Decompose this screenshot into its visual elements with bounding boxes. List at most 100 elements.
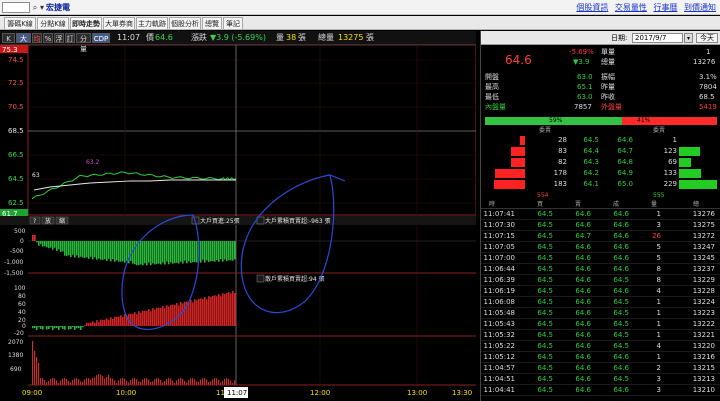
- retail-bar: [36, 326, 38, 330]
- stock-name: 宏捷電: [46, 3, 70, 12]
- order-book-row[interactable]: 82 64.3 64.8 69: [481, 157, 720, 168]
- tick-row[interactable]: 11:05:32 64.5 64.6 64.5 1 13221: [481, 330, 720, 341]
- flow-bar: [100, 241, 102, 260]
- flow-bar: [154, 241, 156, 265]
- tick-head-vol: 量: [651, 201, 658, 208]
- volume-bar: [176, 380, 178, 385]
- tick-bid: 64.5: [537, 320, 553, 328]
- tab-overview[interactable]: 總覽: [202, 17, 222, 29]
- prev-volume-label: 昨量: [601, 83, 615, 91]
- tick-row[interactable]: 11:05:48 64.5 64.6 64.5 1 13223: [481, 308, 720, 319]
- tick-deal: 64.6: [613, 364, 629, 372]
- info-icon[interactable]: [256, 274, 265, 283]
- time-axis-label: 12:00: [310, 389, 330, 397]
- calendar-dropdown-icon[interactable]: ▾: [684, 33, 693, 43]
- price-axis-label: 68.5: [8, 127, 24, 135]
- tick-row[interactable]: 11:05:43 64.5 64.6 64.5 1 13222: [481, 319, 720, 330]
- big-player-toggle[interactable]: 大戶: [16, 33, 31, 53]
- tick-volume: 1: [656, 353, 661, 361]
- tick-row[interactable]: 11:05:12 64.5 64.6 64.6 1 13216: [481, 352, 720, 363]
- tick-row[interactable]: 11:06:39 64.5 64.6 64.5 8 13229: [481, 275, 720, 286]
- bid-volume-bar: [494, 180, 525, 189]
- tick-bid: 64.5: [537, 309, 553, 317]
- tick-row[interactable]: 11:07:15 64.5 64.7 64.6 26 13272: [481, 231, 720, 242]
- tick-row[interactable]: 11:06:44 64.5 64.6 64.6 8 13237: [481, 264, 720, 275]
- order-toggle[interactable]: 訂: [65, 33, 75, 43]
- flow-bar: [58, 241, 60, 250]
- intraday-chart[interactable]: 75.3 74.5 72.5 70.5 68.5 66.5 64.5 62.5 …: [0, 45, 476, 401]
- retail-bar: [38, 326, 40, 328]
- order-book-row[interactable]: 83 64.4 64.7 123: [481, 146, 720, 157]
- tick-row[interactable]: 11:06:08 64.5 64.6 64.5 1 13224: [481, 297, 720, 308]
- volume-bar: [104, 378, 106, 385]
- link-price-alert[interactable]: 到價通知: [684, 3, 716, 12]
- tick-total: 13210: [692, 386, 715, 394]
- order-book-row[interactable]: 28 64.5 64.6 1: [481, 135, 720, 146]
- open-value: 63.0: [577, 73, 593, 81]
- flow-bar: [110, 241, 112, 262]
- flow-bar: [108, 241, 110, 259]
- tab-branch-kline[interactable]: 分點K線: [37, 17, 69, 29]
- tab-realtime[interactable]: 即時走勢: [70, 17, 102, 29]
- tick-row[interactable]: 11:05:22 64.5 64.6 64.5 4 13220: [481, 341, 720, 352]
- tick-time: 11:04:57: [483, 364, 515, 372]
- tab-big-broker[interactable]: 大單券商: [103, 17, 135, 29]
- kline-toggle[interactable]: K線: [2, 33, 15, 53]
- tab-notes[interactable]: 筆記: [223, 17, 243, 29]
- avg-toggle[interactable]: 均: [32, 33, 42, 43]
- today-button[interactable]: 今天: [696, 33, 718, 43]
- order-book-row[interactable]: 178 64.2 64.9 133: [481, 168, 720, 179]
- tick-row[interactable]: 11:07:05 64.5 64.6 64.6 5 13247: [481, 242, 720, 253]
- tick-deal: 64.6: [613, 232, 629, 240]
- retail-bar: [40, 326, 42, 329]
- quote-panel: 64.6 -5.69% ▼3.9 單量 1 總量 13276 開盤 63.0 振…: [481, 46, 720, 111]
- tick-row[interactable]: 11:04:41 64.5 64.6 64.6 3 13210: [481, 385, 720, 396]
- tick-bid: 64.5: [537, 254, 553, 262]
- prev-close-label: 昨收: [601, 93, 615, 101]
- retail-bar: [154, 309, 156, 326]
- cdp-toggle[interactable]: CDP: [92, 33, 110, 43]
- tick-row[interactable]: 11:04:51 64.5 64.6 64.5 3 13213: [481, 374, 720, 385]
- average-price-line: [33, 179, 236, 191]
- tick-head-bid: 買: [537, 201, 544, 208]
- tick-row[interactable]: 11:07:41 64.5 64.6 64.6 1 13276: [481, 209, 720, 220]
- tick-row[interactable]: 11:04:57 64.5 64.6 64.6 2 13215: [481, 363, 720, 374]
- tick-deal: 64.6: [613, 265, 629, 273]
- retail-bar: [194, 299, 196, 326]
- stock-search-input[interactable]: [2, 2, 30, 13]
- tick-deal: 64.5: [613, 298, 629, 306]
- date-label: 日期:: [611, 34, 628, 42]
- volume-bar: [102, 375, 104, 385]
- retail-bar: [134, 312, 136, 326]
- tab-stock-analysis[interactable]: 個股分析: [169, 17, 201, 29]
- retail-bar: [172, 304, 174, 326]
- link-calendar[interactable]: 行事曆: [653, 3, 677, 12]
- volume-bar: [146, 378, 148, 385]
- dropdown-icon[interactable]: ▾: [38, 2, 46, 13]
- bid-volume-bar: [495, 169, 525, 178]
- flow-bar: [32, 235, 34, 241]
- volume-bar: [152, 381, 154, 385]
- volume-bar: [206, 379, 208, 385]
- date-input[interactable]: 2017/9/7: [632, 33, 683, 43]
- order-book-row[interactable]: 183 64.1 65.0 229: [481, 179, 720, 190]
- minute-volume-toggle[interactable]: 分量: [76, 33, 91, 53]
- percent-toggle[interactable]: %: [43, 33, 53, 43]
- volume-bar: [144, 378, 146, 385]
- tick-row[interactable]: 11:06:19 64.5 64.6 64.6 4 13228: [481, 286, 720, 297]
- retail-bar: [94, 322, 96, 326]
- tick-ask: 64.6: [575, 265, 591, 273]
- link-trade-volume[interactable]: 交易量性: [615, 3, 647, 12]
- tick-row[interactable]: 11:07:30 64.5 64.6 64.6 3 13275: [481, 220, 720, 231]
- tick-head-deal: 成: [613, 201, 620, 208]
- bid-price: 64.4: [583, 147, 599, 155]
- tick-total: 13275: [692, 221, 715, 229]
- tab-chip-kline[interactable]: 籌碼K線: [4, 17, 36, 29]
- float-toggle[interactable]: 浮: [54, 33, 64, 43]
- tick-row[interactable]: 11:07:00 64.5 64.6 64.6 5 13245: [481, 253, 720, 264]
- pct-axis-label: 60: [18, 301, 26, 308]
- total-unit: 張: [366, 33, 374, 42]
- tab-main-track[interactable]: 主力軌跡: [136, 17, 168, 29]
- tick-ask: 64.6: [575, 298, 591, 306]
- link-stock-info[interactable]: 個股資訊: [576, 3, 608, 12]
